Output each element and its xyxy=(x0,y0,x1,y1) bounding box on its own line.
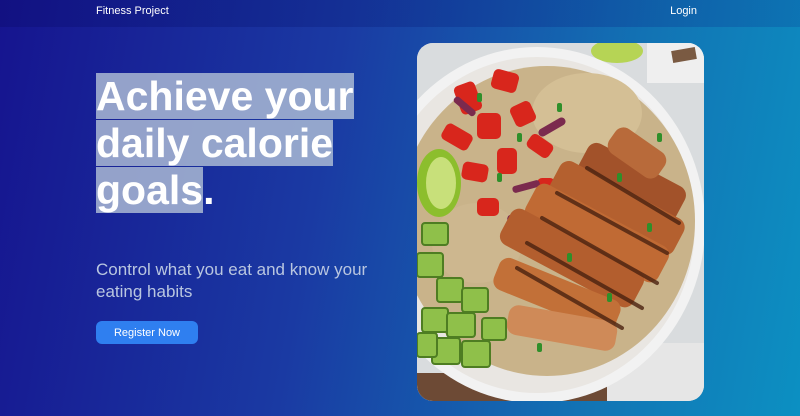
food-bowl-illustration xyxy=(417,43,704,401)
hero-title-line-3-tail: . xyxy=(203,167,215,213)
hero-title-line-3-highlight: goals xyxy=(96,167,204,213)
register-now-button[interactable]: Register Now xyxy=(96,321,198,344)
hero-subtitle: Control what you eat and know your eatin… xyxy=(96,260,368,301)
brand-link[interactable]: Fitness Project xyxy=(96,5,169,17)
navbar: Fitness Project Login xyxy=(0,0,800,27)
hero-title-line-1: Achieve your xyxy=(96,73,354,119)
food-bowl-image xyxy=(417,43,704,401)
hero-title-line-2: daily calorie xyxy=(96,120,334,166)
login-link[interactable]: Login xyxy=(670,5,697,17)
hero-title: Achieve your daily calorie goals. xyxy=(96,73,396,214)
